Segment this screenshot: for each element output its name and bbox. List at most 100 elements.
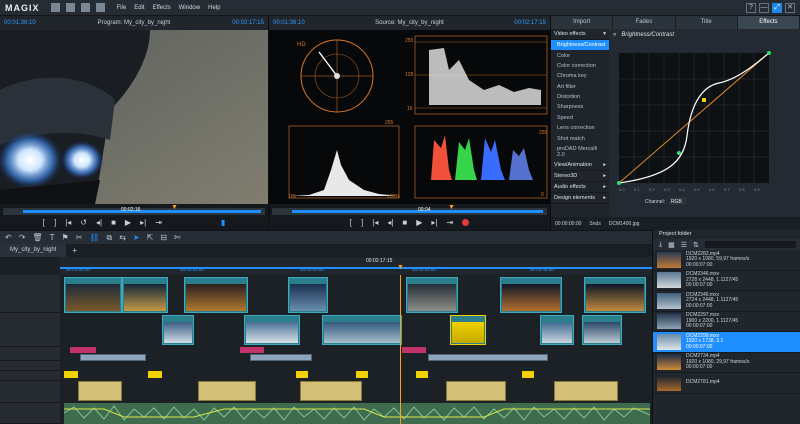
project-tab[interactable]: My_city_by_night	[0, 244, 67, 257]
video-clip[interactable]	[64, 277, 122, 313]
marker-icon[interactable]: ⚑	[61, 233, 68, 242]
playhead-icon[interactable]: ▼	[397, 264, 404, 271]
source-play-button[interactable]: ▶	[416, 218, 422, 227]
list-view-icon[interactable]: ☰	[681, 241, 687, 249]
import-icon[interactable]: ⤓	[659, 241, 662, 249]
fx-item-art-filter[interactable]: Art filter	[551, 82, 609, 92]
fx-item-distortion[interactable]: Distortion	[551, 92, 609, 102]
menu-file[interactable]: File	[117, 5, 127, 11]
select-tool-icon[interactable]: ➤	[133, 233, 140, 242]
track-header-7[interactable]	[0, 403, 60, 424]
video-clip[interactable]	[288, 277, 328, 313]
delete-icon[interactable]: 🗑	[32, 233, 42, 242]
timeline-ruler[interactable]: 00:02:17:15 00:01:00:00 00:01:24:00 00:0…	[60, 257, 652, 275]
add-tab-icon[interactable]: +	[72, 246, 77, 255]
mark-in-button[interactable]: [	[43, 218, 45, 227]
open-folder-icon[interactable]	[65, 3, 75, 12]
marker-clip[interactable]	[296, 371, 308, 378]
file-item[interactable]: DCM2297.mxv 1900 x 2200, 1.1127/45 00:00:0…	[653, 312, 800, 332]
video-clip[interactable]	[540, 315, 574, 345]
export-icon[interactable]	[95, 3, 105, 12]
file-item[interactable]: DCM2734.mp4 1920 x 1080, 29,97 frames/s 00…	[653, 353, 800, 373]
file-item-selected[interactable]: DCM2299.mxv 1920 x 1738, 3.1 00:00:07:00	[653, 332, 800, 353]
menu-help[interactable]: Help	[208, 5, 220, 11]
effect-clip[interactable]	[80, 354, 146, 361]
loop-button[interactable]: ↺	[80, 218, 87, 227]
video-clip[interactable]	[162, 315, 194, 345]
video-clip[interactable]	[500, 277, 562, 313]
marker-clip[interactable]	[416, 371, 428, 378]
sort-icon[interactable]: ⇅	[693, 241, 699, 249]
tab-import[interactable]: Import	[551, 16, 614, 29]
tab-fades[interactable]: Fades	[613, 16, 676, 29]
category-design-elements[interactable]: Design elements ▸	[551, 193, 609, 205]
tab-title[interactable]: Title	[675, 16, 738, 29]
menu-effects[interactable]: Effects	[153, 5, 171, 11]
source-prev-button[interactable]: |◂	[372, 218, 378, 227]
file-item[interactable]: DCM2346.mxv 2728 x 2448, 1.1127/45 00:00:0…	[653, 271, 800, 291]
source-next-button[interactable]: ▸|	[431, 218, 437, 227]
fx-item-sharpness[interactable]: Sharpness	[551, 102, 609, 112]
title-clip[interactable]	[402, 347, 426, 353]
range-tool-icon[interactable]: ⇱	[147, 233, 154, 242]
video-clip[interactable]	[582, 315, 622, 345]
effect-clip[interactable]	[428, 354, 548, 361]
link-icon[interactable]: ⛓	[89, 233, 99, 242]
stop-button[interactable]: ■	[111, 218, 116, 227]
marker-clip[interactable]	[148, 371, 162, 378]
marker-clip[interactable]	[356, 371, 368, 378]
title-clip[interactable]	[70, 347, 96, 353]
fx-item-prodad-mercalli[interactable]: proDAD Mercalli 2.0	[551, 144, 609, 160]
audio-clip[interactable]	[300, 381, 362, 401]
undo-icon[interactable]: ↶	[5, 233, 12, 242]
audio-clip[interactable]	[78, 381, 122, 401]
track-header-5[interactable]	[0, 371, 60, 381]
audio-clip[interactable]	[446, 381, 506, 401]
source-frame-back-button[interactable]: ◂|	[387, 218, 393, 227]
file-item[interactable]: DCM2781.mp4	[653, 373, 800, 394]
video-clip[interactable]	[584, 277, 646, 313]
fullscreen-monitor-icon[interactable]: ▮	[221, 218, 225, 227]
redo-icon[interactable]: ↷	[19, 233, 26, 242]
program-scrub-bar[interactable]: 00:02:16 ▼	[3, 204, 265, 215]
video-clip[interactable]	[122, 277, 168, 313]
folder-search-input[interactable]	[704, 241, 796, 248]
audio-clip[interactable]	[198, 381, 256, 401]
source-scrub-bar[interactable]: 00:04 ▼	[272, 204, 547, 215]
fx-item-speed[interactable]: Speed	[551, 113, 609, 123]
category-view-animation[interactable]: View/Animation ▸	[551, 160, 609, 172]
audio-clip[interactable]	[554, 381, 618, 401]
video-clip-selected[interactable]	[450, 315, 486, 345]
frame-back-button[interactable]: ◂|	[96, 218, 102, 227]
back-icon[interactable]: «	[613, 32, 616, 38]
group-icon[interactable]: ⧉	[106, 233, 112, 243]
fast-forward-button[interactable]: ⇥	[155, 218, 162, 227]
category-video-effects[interactable]: Video effects ▾	[551, 29, 609, 40]
new-file-icon[interactable]	[50, 3, 60, 12]
fx-item-lens-correction[interactable]: Lens correction	[551, 123, 609, 133]
title-clip[interactable]	[240, 347, 264, 353]
video-clip[interactable]	[322, 315, 402, 345]
channel-select[interactable]: RGB	[671, 199, 683, 205]
minimize-button[interactable]: —	[759, 2, 769, 13]
source-mark-out-button[interactable]: ]	[361, 218, 363, 227]
fx-item-chroma-key[interactable]: Chroma key	[551, 71, 609, 81]
video-clip[interactable]	[244, 315, 300, 345]
category-stereo3d[interactable]: Stereo3D ▸	[551, 171, 609, 183]
file-item[interactable]: DCM2282.mp4 1920 x 1080, 59,97 frames/s 00…	[653, 250, 800, 271]
source-mark-in-button[interactable]: [	[350, 218, 352, 227]
mark-out-button[interactable]: ]	[54, 218, 56, 227]
help-button[interactable]: ?	[746, 2, 756, 13]
close-button[interactable]: ✕	[785, 2, 795, 13]
track-header-1[interactable]	[0, 275, 60, 313]
ripple-icon[interactable]: ⇆	[119, 233, 126, 242]
source-stop-button[interactable]: ■	[402, 218, 407, 227]
video-clip[interactable]	[406, 277, 458, 313]
category-audio-effects[interactable]: Audio effects ▸	[551, 182, 609, 194]
fx-item-brightness-contrast[interactable]: Brightness/Contrast	[551, 40, 609, 51]
text-tool-icon[interactable]: T	[50, 233, 55, 242]
source-marker-icon[interactable]: ▼	[448, 204, 455, 211]
fx-item-color-correction[interactable]: Color correction	[551, 61, 609, 71]
brightness-curve-graph[interactable]: 0.0 0.1 0.2 0.3 0.4 0.5 0.6 0.7 0.8 0.9 …	[609, 41, 799, 211]
track-header-2[interactable]	[0, 313, 60, 347]
